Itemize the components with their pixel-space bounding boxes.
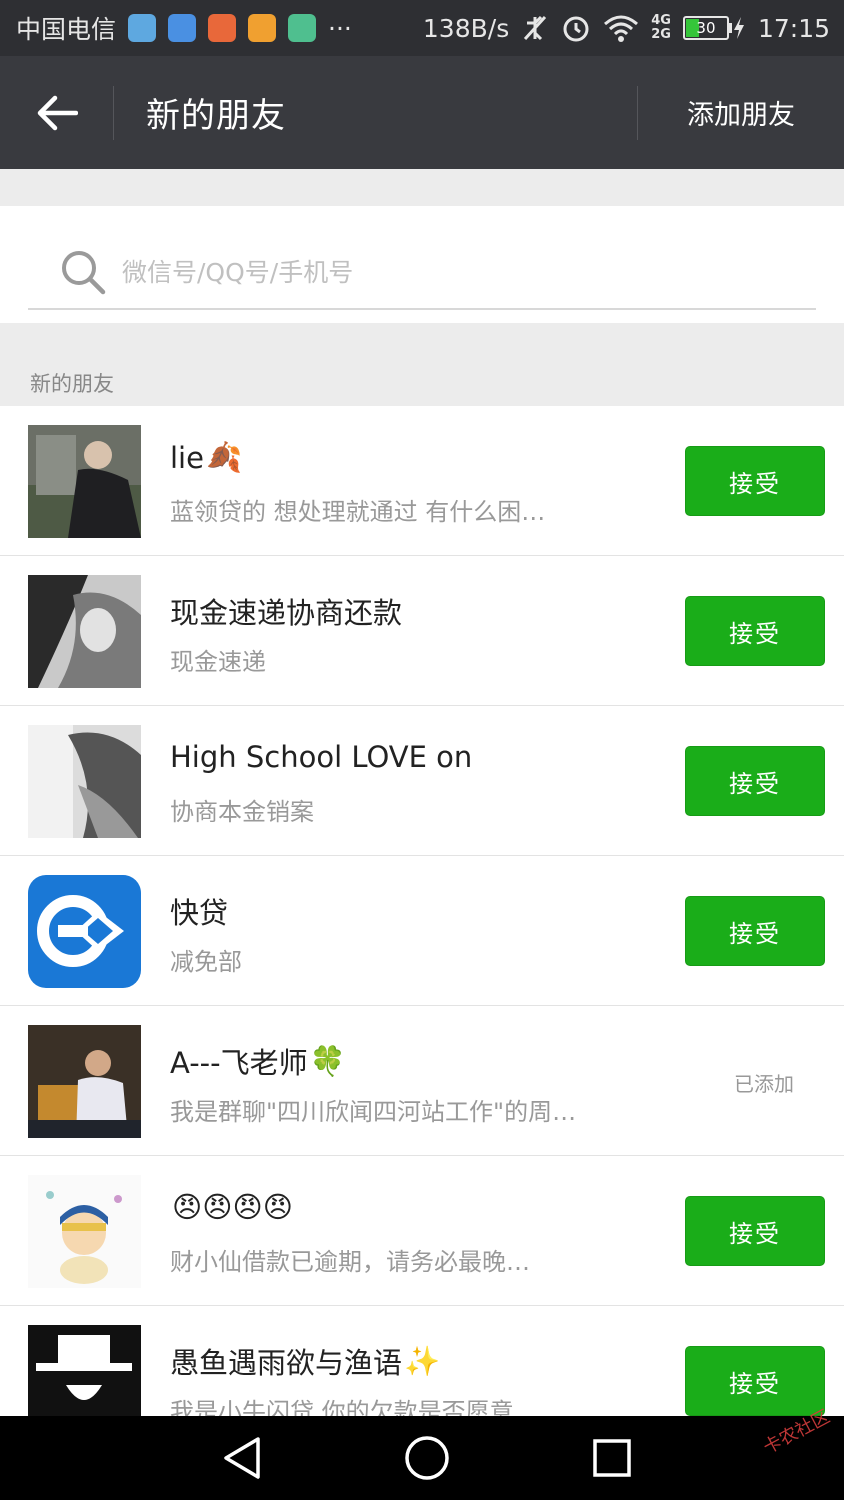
list-item[interactable]: High School LOVE on 协商本金销案 接受 xyxy=(0,706,844,856)
page-title: 新的朋友 xyxy=(146,96,286,136)
sparkles-emoji: ✨ xyxy=(404,1343,441,1378)
request-message: 我是群聊"四川欣闻四河站工作"的周… xyxy=(170,1098,577,1126)
avatar[interactable] xyxy=(28,1025,141,1138)
request-message: 蓝领贷的 想处理就通过 有什么困… xyxy=(170,498,546,526)
nav-home-button[interactable] xyxy=(397,1428,457,1488)
kuaidai-logo-icon xyxy=(28,875,141,988)
request-name: High School LOVE on xyxy=(170,740,473,774)
add-friend-button[interactable]: 添加朋友 xyxy=(638,56,844,169)
toolbar-divider xyxy=(113,85,114,140)
request-name: 现金速递协商还款 xyxy=(170,596,403,630)
avatar[interactable] xyxy=(28,575,141,688)
toolbar: 新的朋友 添加朋友 xyxy=(0,56,844,169)
added-status: 已添加 xyxy=(734,1072,794,1096)
nav-back-button[interactable] xyxy=(212,1428,272,1488)
request-name: 😠😠😠😠 xyxy=(170,1190,293,1224)
accept-button[interactable]: 接受 xyxy=(685,446,825,516)
accept-button[interactable]: 接受 xyxy=(685,746,825,816)
battery-level: 30 xyxy=(696,19,716,37)
request-message: 财小仙借款已逾期，请务必最晚… xyxy=(170,1248,530,1276)
list-item[interactable]: A---飞老师 🍀 我是群聊"四川欣闻四河站工作"的周… 已添加 xyxy=(0,1006,844,1156)
avatar[interactable] xyxy=(28,425,141,538)
list-item[interactable]: 快贷 减免部 接受 xyxy=(0,856,844,1006)
accept-button[interactable]: 接受 xyxy=(685,596,825,666)
search-box[interactable] xyxy=(28,236,816,310)
square-recents-icon xyxy=(592,1439,631,1477)
wallet-app-icon xyxy=(288,14,317,42)
network-type: 4G 2G xyxy=(651,13,671,42)
list-item[interactable]: lie 🍂 蓝领贷的 想处理就通过 有什么困… 接受 xyxy=(0,406,844,556)
accept-button[interactable]: 接受 xyxy=(685,896,825,966)
request-message: 现金速递 xyxy=(170,648,266,676)
battery-icon: 30 xyxy=(682,16,746,40)
avatar[interactable] xyxy=(28,875,141,988)
request-name: A---飞老师 🍀 xyxy=(170,1043,346,1081)
search-icon xyxy=(62,251,106,295)
back-button[interactable] xyxy=(0,56,113,169)
request-name: lie 🍂 xyxy=(170,440,243,475)
list-item[interactable]: 😠😠😠😠 财小仙借款已逾期，请务必最晚… 接受 xyxy=(0,1156,844,1306)
back-arrow-icon xyxy=(37,95,78,130)
avatar[interactable] xyxy=(28,1175,141,1288)
request-name: 快贷 xyxy=(170,896,229,930)
section-header: 新的朋友 xyxy=(30,372,114,396)
accept-button[interactable]: 接受 xyxy=(685,1346,825,1416)
friend-request-list: lie 🍂 蓝领贷的 想处理就通过 有什么困… 接受 现金速递协商还款 现金速递… xyxy=(0,406,844,1456)
request-message: 减免部 xyxy=(170,948,242,976)
leaf-emoji: 🍂 xyxy=(205,440,243,474)
triangle-back-icon xyxy=(224,1437,261,1479)
request-name: 愚鱼遇雨欲与渔语 ✨ xyxy=(170,1343,441,1381)
mute-icon xyxy=(524,15,547,41)
system-nav-bar xyxy=(0,1416,844,1500)
more-notifications-icon: ··· xyxy=(328,13,352,43)
request-message: 协商本金销案 xyxy=(170,798,314,826)
browser-app-icon xyxy=(128,14,157,42)
clock: 17:15 xyxy=(757,13,830,43)
reader-app-icon xyxy=(248,14,277,42)
alarm-icon xyxy=(563,16,589,42)
game-app-icon xyxy=(208,14,237,42)
charging-icon xyxy=(733,17,744,39)
net-speed: 138B/s xyxy=(422,13,510,43)
list-item[interactable]: 现金速递协商还款 现金速递 接受 xyxy=(0,556,844,706)
angry-face-emoji: 😠😠😠😠 xyxy=(172,1190,293,1224)
clover-emoji: 🍀 xyxy=(309,1043,346,1078)
avatar[interactable] xyxy=(28,725,141,838)
status-bar: 中国电信 ··· 138B/s 4G 2G 30 17:15 xyxy=(0,0,844,56)
carrier-label: 中国电信 xyxy=(16,15,117,44)
search-input[interactable] xyxy=(122,257,816,287)
accept-button[interactable]: 接受 xyxy=(685,1196,825,1266)
map-app-icon xyxy=(168,14,197,42)
nav-recents-button[interactable] xyxy=(582,1428,642,1488)
search-section xyxy=(0,206,844,323)
wifi-icon xyxy=(604,15,639,42)
circle-home-icon xyxy=(405,1436,449,1480)
